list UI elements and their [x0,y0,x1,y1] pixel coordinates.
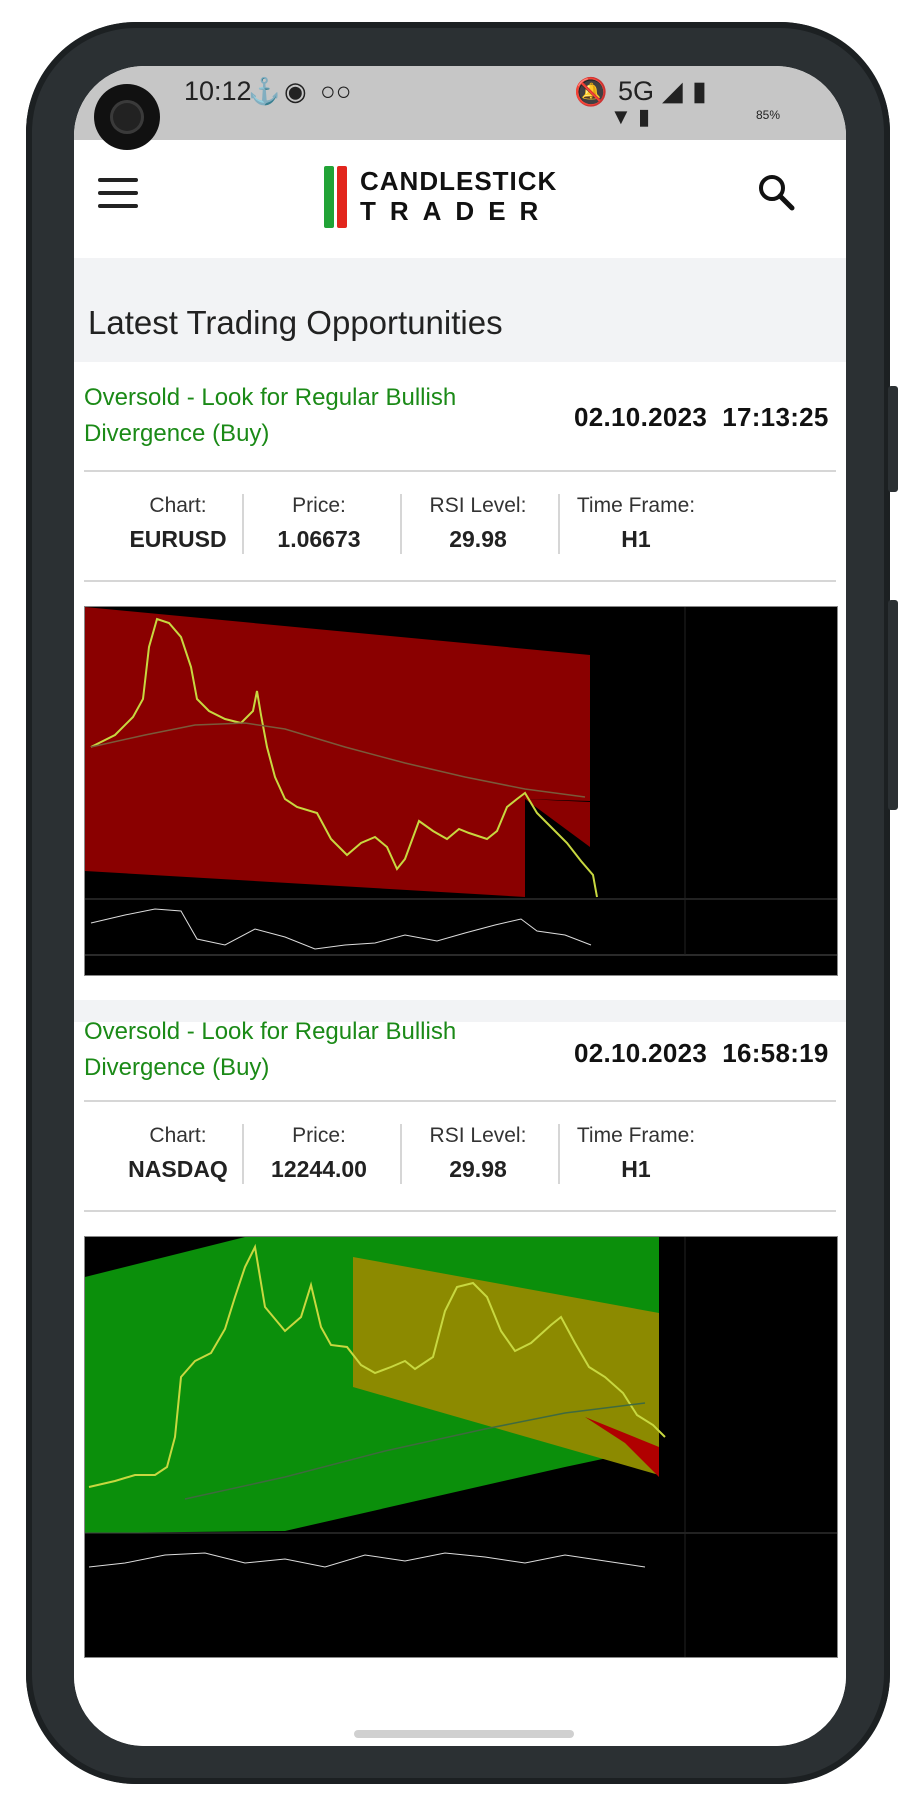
chart-screenshot[interactable] [84,606,838,976]
stat-value: H1 [621,1156,651,1182]
battery-icon: ▮ [692,76,707,106]
page-title: Latest Trading Opportunities [88,304,503,341]
signal-date: 02.10.2023 [574,1038,708,1068]
facebook-icon: ◉ [284,76,307,106]
stats-row: Chart: EURUSD Price: 1.06673 RSI Level: … [84,484,836,564]
opportunity-card[interactable]: Oversold - Look for Regular Bullish Dive… [74,362,846,1052]
logo-text-line2: TRADER [360,196,553,226]
logo-text-line1: CANDLESTICK [360,166,558,196]
signal-icon: ◢ [662,76,683,106]
phone-power-button [888,600,898,810]
phone-screen: 10:12 ⚓ ◉ ○○ 🔕 5G ◢ ▮ ▼ ▮ 85% CANDLESTIC… [74,66,846,1746]
divider [84,470,836,472]
stat-timeframe: Time Frame: H1 [542,484,730,553]
green-candle-icon [324,166,334,228]
nasdaq-chart-image [85,1237,837,1657]
zone-polygon [85,607,590,897]
signal-timestamp: 02.10.2023 16:58:19 [574,1038,829,1069]
delivery-app-icon: ⚓ [248,76,281,106]
app-header: CANDLESTICK TRADER [74,140,846,258]
stat-timeframe: Time Frame: H1 [542,1114,730,1183]
signal-date: 02.10.2023 [574,402,708,432]
status-time: 10:12 [184,76,252,106]
search-icon[interactable] [756,172,796,212]
menu-icon[interactable] [98,178,138,208]
phone-volume-button [888,386,898,492]
mute-notifications-icon: 🔕 [574,77,608,107]
stats-row: Chart: NASDAQ Price: 12244.00 RSI Level:… [84,1114,836,1194]
divider [84,1210,836,1212]
signal-time: 17:13:25 [722,402,829,432]
signal-title[interactable]: Oversold - Look for Regular Bullish Dive… [84,1014,504,1086]
voicemail-icon: ○○ [320,76,352,106]
divider [84,1100,836,1102]
home-indicator[interactable] [354,1730,574,1738]
battery-small-icon: ▮ [638,104,651,129]
red-candle-icon [337,166,347,228]
stat-value: H1 [621,526,651,552]
network-type: 5G [618,76,655,106]
status-bar: 10:12 ⚓ ◉ ○○ 🔕 5G ◢ ▮ ▼ ▮ 85% [74,66,846,140]
stat-label: Time Frame: [576,1124,696,1147]
signal-time: 16:58:19 [722,1038,829,1068]
candlestick-trader-logo[interactable]: CANDLESTICK TRADER [324,162,584,234]
wifi-icon: ▼ [610,104,632,129]
front-camera [94,84,160,150]
battery-percent: 85% [756,108,781,122]
opportunity-card[interactable]: Oversold - Look for Regular Bullish Dive… [74,1018,846,1746]
stat-label: Time Frame: [576,494,696,517]
signal-title[interactable]: Oversold - Look for Regular Bullish Dive… [84,380,504,452]
signal-timestamp: 02.10.2023 17:13:25 [574,402,829,433]
divider [84,580,836,582]
eurusd-chart-image [85,607,837,975]
chart-screenshot[interactable] [84,1236,838,1658]
